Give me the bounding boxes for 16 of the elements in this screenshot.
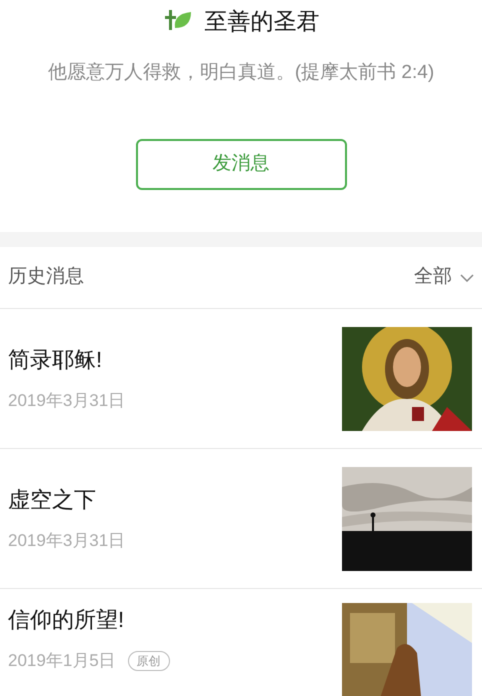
article-title: 信仰的所望! [8, 606, 126, 634]
filter-dropdown[interactable]: 全部 [414, 263, 474, 292]
article-title: 简录耶稣! [8, 346, 104, 374]
article-item[interactable]: 信仰的所望! 2019年1月5日 原创 [0, 589, 482, 696]
account-motto: 他愿意万人得救，明白真道。(提摩太前书 2:4) [48, 60, 434, 84]
history-title: 历史消息 [8, 265, 84, 290]
article-title: 虚空之下 [8, 486, 97, 514]
chevron-down-icon [460, 274, 474, 282]
article-item[interactable]: 虚空之下 2019年3月31日 [0, 449, 482, 589]
article-item[interactable]: 简录耶稣! 2019年3月31日 [0, 309, 482, 449]
original-tag: 原创 [128, 650, 170, 671]
send-message-button[interactable]: 发消息 [136, 139, 346, 190]
article-date: 2019年3月31日 [8, 390, 126, 412]
account-name: 至善的圣君 [204, 7, 320, 36]
article-date: 2019年1月5日 [8, 650, 116, 672]
article-date: 2019年3月31日 [8, 530, 126, 552]
